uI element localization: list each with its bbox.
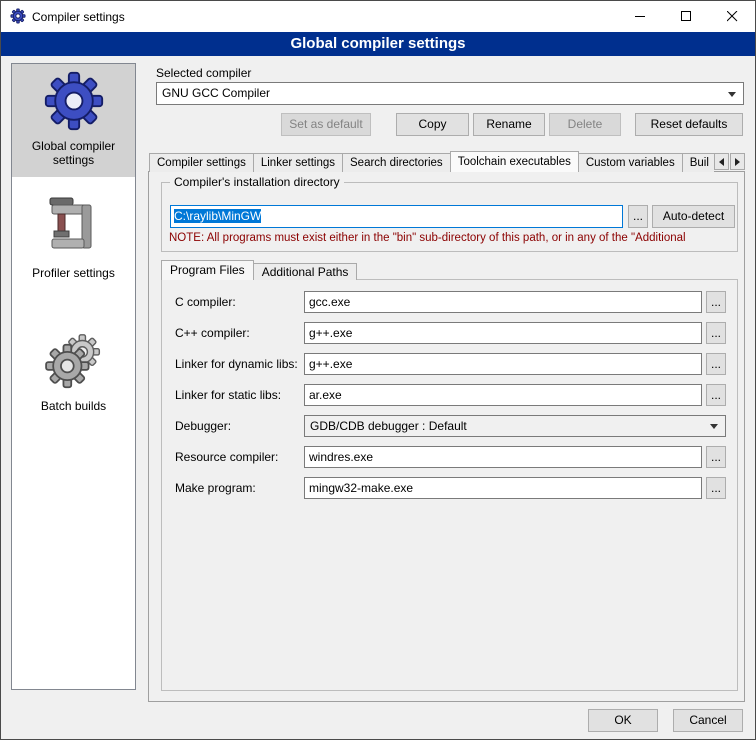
- arrow-left-icon: [719, 158, 724, 166]
- cpp-compiler-label: C++ compiler:: [175, 326, 250, 340]
- clamp-tool-icon: [46, 197, 102, 259]
- sidebar-item-profiler-settings[interactable]: Profiler settings: [12, 191, 135, 290]
- debugger-select[interactable]: GDB/CDB debugger : Default: [304, 415, 726, 437]
- minimize-icon: [635, 11, 646, 22]
- installation-directory-group-title: Compiler's installation directory: [170, 175, 344, 190]
- make-program-input[interactable]: [304, 477, 702, 499]
- arrow-right-icon: [735, 158, 740, 166]
- resource-compiler-browse-button[interactable]: ...: [706, 446, 726, 468]
- bin-subdirectory-note: NOTE: All programs must exist either in …: [169, 232, 736, 244]
- app-icon: [10, 8, 26, 27]
- tab-linker-settings[interactable]: Linker settings: [253, 153, 343, 172]
- copy-button[interactable]: Copy: [396, 113, 469, 136]
- c-compiler-browse-button[interactable]: ...: [706, 291, 726, 313]
- linker-static-input[interactable]: [304, 384, 702, 406]
- tab-scroll-left-button[interactable]: [714, 153, 729, 170]
- make-program-browse-button[interactable]: ...: [706, 477, 726, 499]
- chevron-down-icon: [710, 424, 718, 429]
- compiler-select-value: GNU GCC Compiler: [162, 86, 270, 100]
- resource-compiler-label: Resource compiler:: [175, 450, 278, 464]
- ok-button[interactable]: OK: [588, 709, 658, 732]
- program-files-tab-strip: Program Files Additional Paths: [161, 260, 356, 280]
- linker-dynamic-browse-button[interactable]: ...: [706, 353, 726, 375]
- installation-directory-value: C:\raylib\MinGW: [174, 209, 261, 223]
- installation-directory-input[interactable]: C:\raylib\MinGW: [170, 205, 623, 228]
- tab-scroll-right-button[interactable]: [730, 153, 745, 170]
- set-as-default-button[interactable]: Set as default: [281, 113, 371, 136]
- page-title: Global compiler settings: [1, 32, 755, 56]
- reset-defaults-button[interactable]: Reset defaults: [635, 113, 743, 136]
- auto-detect-button[interactable]: Auto-detect: [652, 205, 735, 228]
- subtab-program-files[interactable]: Program Files: [161, 260, 254, 280]
- cancel-button[interactable]: Cancel: [673, 709, 743, 732]
- sidebar-item-global-compiler-settings[interactable]: Global compiler settings: [12, 64, 135, 177]
- linker-static-browse-button[interactable]: ...: [706, 384, 726, 406]
- delete-button[interactable]: Delete: [549, 113, 621, 136]
- debugger-label: Debugger:: [175, 419, 231, 433]
- blue-gear-icon: [43, 70, 105, 132]
- tab-search-directories[interactable]: Search directories: [342, 153, 451, 172]
- resource-compiler-input[interactable]: [304, 446, 702, 468]
- c-compiler-input[interactable]: [304, 291, 702, 313]
- sidebar-item-label: Profiler settings: [15, 266, 132, 280]
- tab-toolchain-executables[interactable]: Toolchain executables: [450, 151, 579, 172]
- linker-static-label: Linker for static libs:: [175, 388, 281, 402]
- minimize-button[interactable]: [617, 1, 663, 32]
- sidebar-item-batch-builds[interactable]: Batch builds: [12, 324, 135, 423]
- maximize-icon: [681, 11, 692, 22]
- c-compiler-label: C compiler:: [175, 295, 236, 309]
- chevron-down-icon: [728, 92, 736, 97]
- make-program-label: Make program:: [175, 481, 256, 495]
- close-button[interactable]: [709, 1, 755, 32]
- maximize-button[interactable]: [663, 1, 709, 32]
- title-bar: Compiler settings: [1, 1, 755, 32]
- compiler-select[interactable]: GNU GCC Compiler: [156, 82, 744, 105]
- sidebar-item-label: Batch builds: [15, 399, 132, 413]
- tab-build-options-clipped[interactable]: Buil: [682, 153, 714, 172]
- linker-dynamic-input[interactable]: [304, 353, 702, 375]
- settings-category-list: Global compiler settings Profiler settin…: [11, 63, 136, 690]
- selected-compiler-label: Selected compiler: [156, 66, 251, 80]
- debugger-select-value: GDB/CDB debugger : Default: [310, 419, 467, 433]
- installation-directory-browse-button[interactable]: ...: [628, 205, 648, 228]
- compiler-settings-dialog: Compiler settings Global compiler settin…: [0, 0, 756, 740]
- linker-dynamic-label: Linker for dynamic libs:: [175, 357, 298, 371]
- tab-custom-variables[interactable]: Custom variables: [578, 153, 683, 172]
- sidebar-item-label: Global compiler settings: [15, 139, 132, 167]
- main-tab-strip: Compiler settings Linker settings Search…: [149, 151, 714, 172]
- tab-compiler-settings[interactable]: Compiler settings: [149, 153, 254, 172]
- subtab-additional-paths[interactable]: Additional Paths: [253, 263, 358, 280]
- cpp-compiler-input[interactable]: [304, 322, 702, 344]
- rename-button[interactable]: Rename: [473, 113, 545, 136]
- window-title: Compiler settings: [32, 10, 125, 24]
- close-icon: [727, 11, 738, 22]
- cpp-compiler-browse-button[interactable]: ...: [706, 322, 726, 344]
- gray-gears-icon: [44, 330, 104, 392]
